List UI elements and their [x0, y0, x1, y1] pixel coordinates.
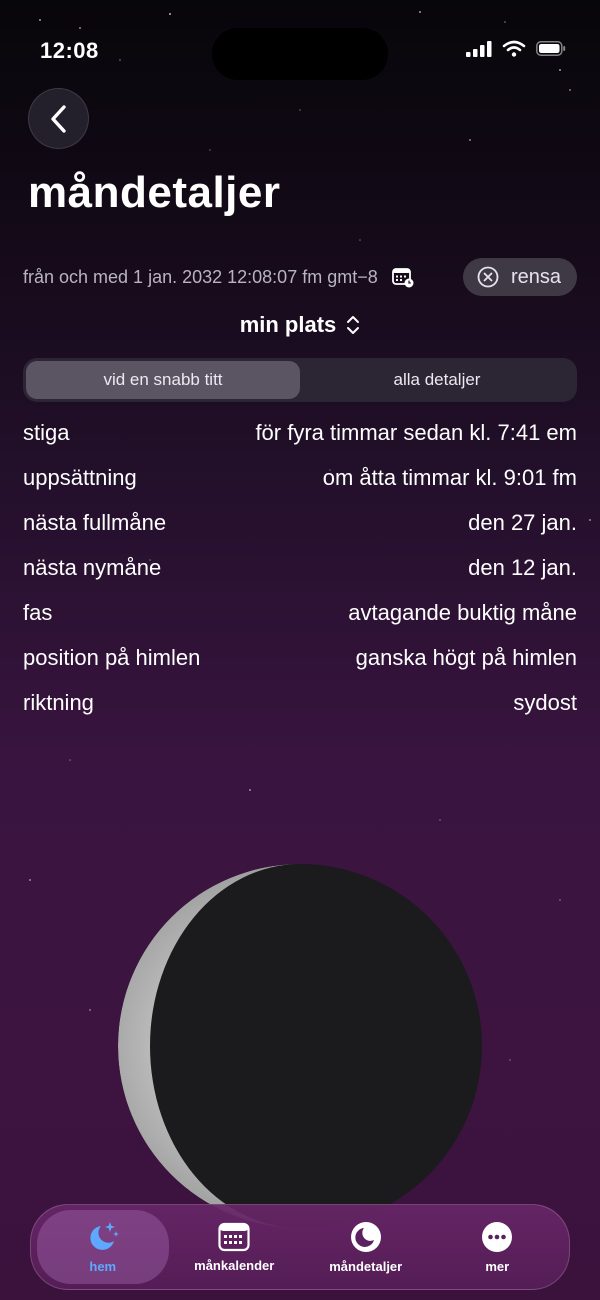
detail-row-set: uppsättning om åtta timmar kl. 9:01 fm — [23, 455, 577, 500]
detail-label: fas — [23, 599, 53, 625]
location-picker[interactable]: min plats — [0, 312, 600, 338]
status-time: 12:08 — [40, 38, 99, 63]
page-title: måndetaljer — [28, 168, 281, 217]
tab-bar: hem månkalender måndetaljer mer — [30, 1204, 570, 1290]
moon-phase-graphic — [118, 864, 482, 1228]
moon-image — [118, 864, 482, 1228]
view-segmented-control: vid en snabb titt alla detaljer — [23, 358, 577, 402]
back-button[interactable] — [28, 88, 89, 149]
tab-moon-details[interactable]: måndetaljer — [300, 1210, 432, 1284]
detail-row-next-full-moon: nästa fullmåne den 27 jan. — [23, 500, 577, 545]
tab-home[interactable]: hem — [37, 1210, 169, 1284]
detail-value: sydost — [513, 689, 577, 715]
detail-value: den 27 jan. — [468, 509, 577, 535]
status-icons — [466, 40, 566, 57]
detail-row-phase: fas avtagande buktig måne — [23, 590, 577, 635]
detail-value: avtagande buktig måne — [348, 599, 577, 625]
detail-value: den 12 jan. — [468, 554, 577, 580]
tab-label: måndetaljer — [329, 1258, 403, 1274]
chevron-left-icon — [50, 104, 66, 133]
detail-row-next-new-moon: nästa nymåne den 12 jan. — [23, 545, 577, 590]
detail-label: nästa fullmåne — [23, 509, 167, 535]
clear-label: rensa — [510, 265, 561, 288]
wifi-icon — [502, 40, 526, 57]
segment-quick-glance[interactable]: vid en snabb titt — [26, 361, 300, 399]
calendar-icon — [218, 1222, 250, 1251]
tab-more[interactable]: mer — [432, 1210, 564, 1284]
dynamic-island — [212, 28, 388, 80]
detail-row-sky-position: position på himlen ganska högt på himlen — [23, 635, 577, 680]
chevron-up-down-icon — [347, 316, 360, 334]
date-row: från och med 1 jan. 2032 12:08:07 fm gmt… — [23, 258, 577, 296]
date-text: från och med 1 jan. 2032 12:08:07 fm gmt… — [23, 266, 378, 287]
tab-label: hem — [89, 1258, 117, 1274]
detail-label: stiga — [23, 419, 70, 445]
cellular-signal-icon — [466, 40, 492, 57]
clear-button[interactable]: rensa — [462, 258, 577, 296]
detail-label: riktning — [23, 689, 94, 715]
location-label: min plats — [239, 312, 337, 337]
detail-label: nästa nymåne — [23, 554, 162, 580]
ellipsis-icon — [482, 1221, 513, 1252]
moon-stars-icon — [90, 1221, 119, 1250]
detail-value: ganska högt på himlen — [355, 644, 577, 670]
close-circle-icon — [477, 266, 499, 288]
battery-icon — [536, 41, 566, 56]
detail-value: för fyra timmar sedan kl. 7:41 em — [255, 419, 577, 445]
detail-value: om åtta timmar kl. 9:01 fm — [322, 464, 577, 490]
tab-label: månkalender — [194, 1257, 275, 1273]
detail-label: uppsättning — [23, 464, 137, 490]
segment-all-details[interactable]: alla detaljer — [300, 361, 574, 399]
tab-moon-calendar[interactable]: månkalender — [169, 1210, 301, 1284]
status-bar: 12:08 — [0, 0, 600, 100]
moon-details-list: stiga för fyra timmar sedan kl. 7:41 em … — [23, 410, 577, 725]
tab-label: mer — [485, 1258, 510, 1274]
moon-circle-icon — [350, 1221, 381, 1252]
detail-row-direction: riktning sydost — [23, 680, 577, 725]
detail-row-rise: stiga för fyra timmar sedan kl. 7:41 em — [23, 410, 577, 455]
detail-label: position på himlen — [23, 644, 201, 670]
calendar-clock-icon[interactable] — [391, 266, 414, 288]
